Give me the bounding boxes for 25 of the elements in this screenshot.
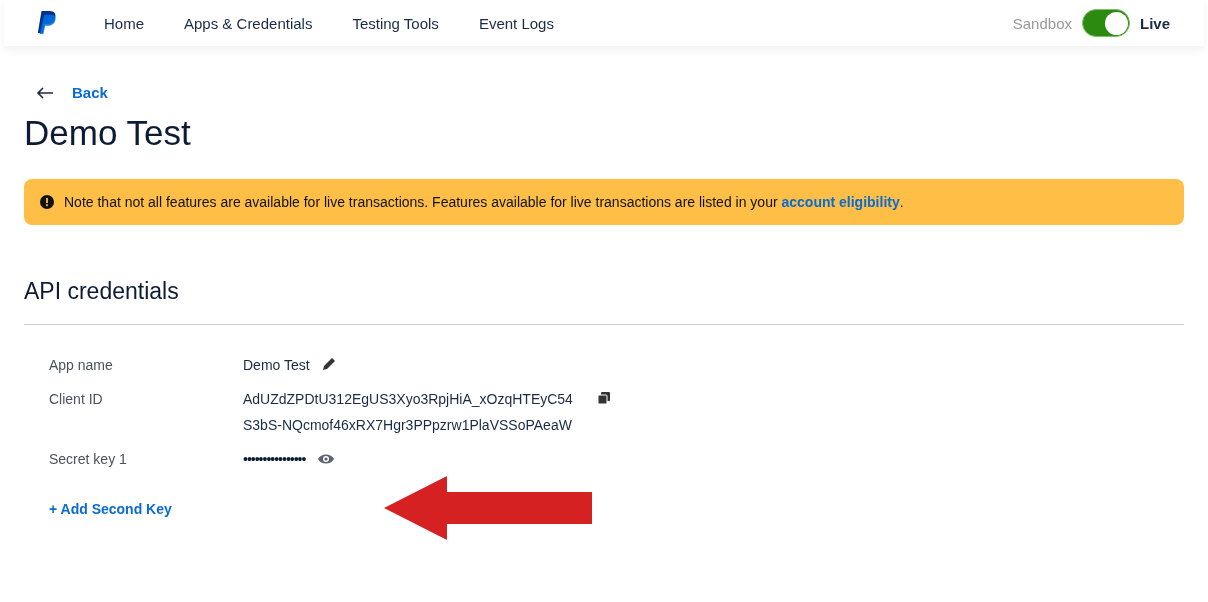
warning-icon [40, 195, 54, 209]
field-label: App name [49, 357, 114, 373]
section-title: API credentials [24, 278, 180, 305]
live-label: Live [1140, 14, 1170, 32]
copy-icon[interactable] [596, 391, 611, 405]
nav-link[interactable]: Home [104, 14, 144, 32]
nav-link[interactable]: Event Logs [478, 14, 554, 32]
back-arrow-icon[interactable] [36, 86, 54, 99]
field-label: Secret key 1 [49, 451, 128, 467]
field-value: S3bS-NQcmof46xRX7Hgr3PPpzrw1PlaVSSoPAeaW [243, 417, 573, 433]
add-key-link[interactable]: + Add Second Key [49, 501, 172, 517]
field-value: AdUZdZPDtU312EgUS3Xyo3RpjHiA_xOzqHTEyC54 [243, 391, 573, 407]
logo-icon[interactable] [36, 10, 58, 36]
sandbox-label: Sandbox [1012, 14, 1072, 32]
masked-secret: •••••••••••••••• [243, 451, 306, 467]
field-value: Demo Test [243, 357, 310, 373]
show-icon[interactable] [317, 453, 336, 465]
nav-link[interactable]: Apps & Credentials [184, 14, 313, 32]
notice-text: Note that not all features are available for live transactions. Features available for live transactions are listed in your account eligibility. [64, 194, 904, 210]
environment-toggle[interactable] [1082, 9, 1130, 37]
edit-icon[interactable] [321, 357, 336, 371]
back-link[interactable]: Back [72, 84, 108, 101]
page-title: Demo Test [24, 113, 192, 153]
nav-link[interactable]: Testing Tools [352, 14, 439, 32]
field-label: Client ID [49, 391, 104, 409]
